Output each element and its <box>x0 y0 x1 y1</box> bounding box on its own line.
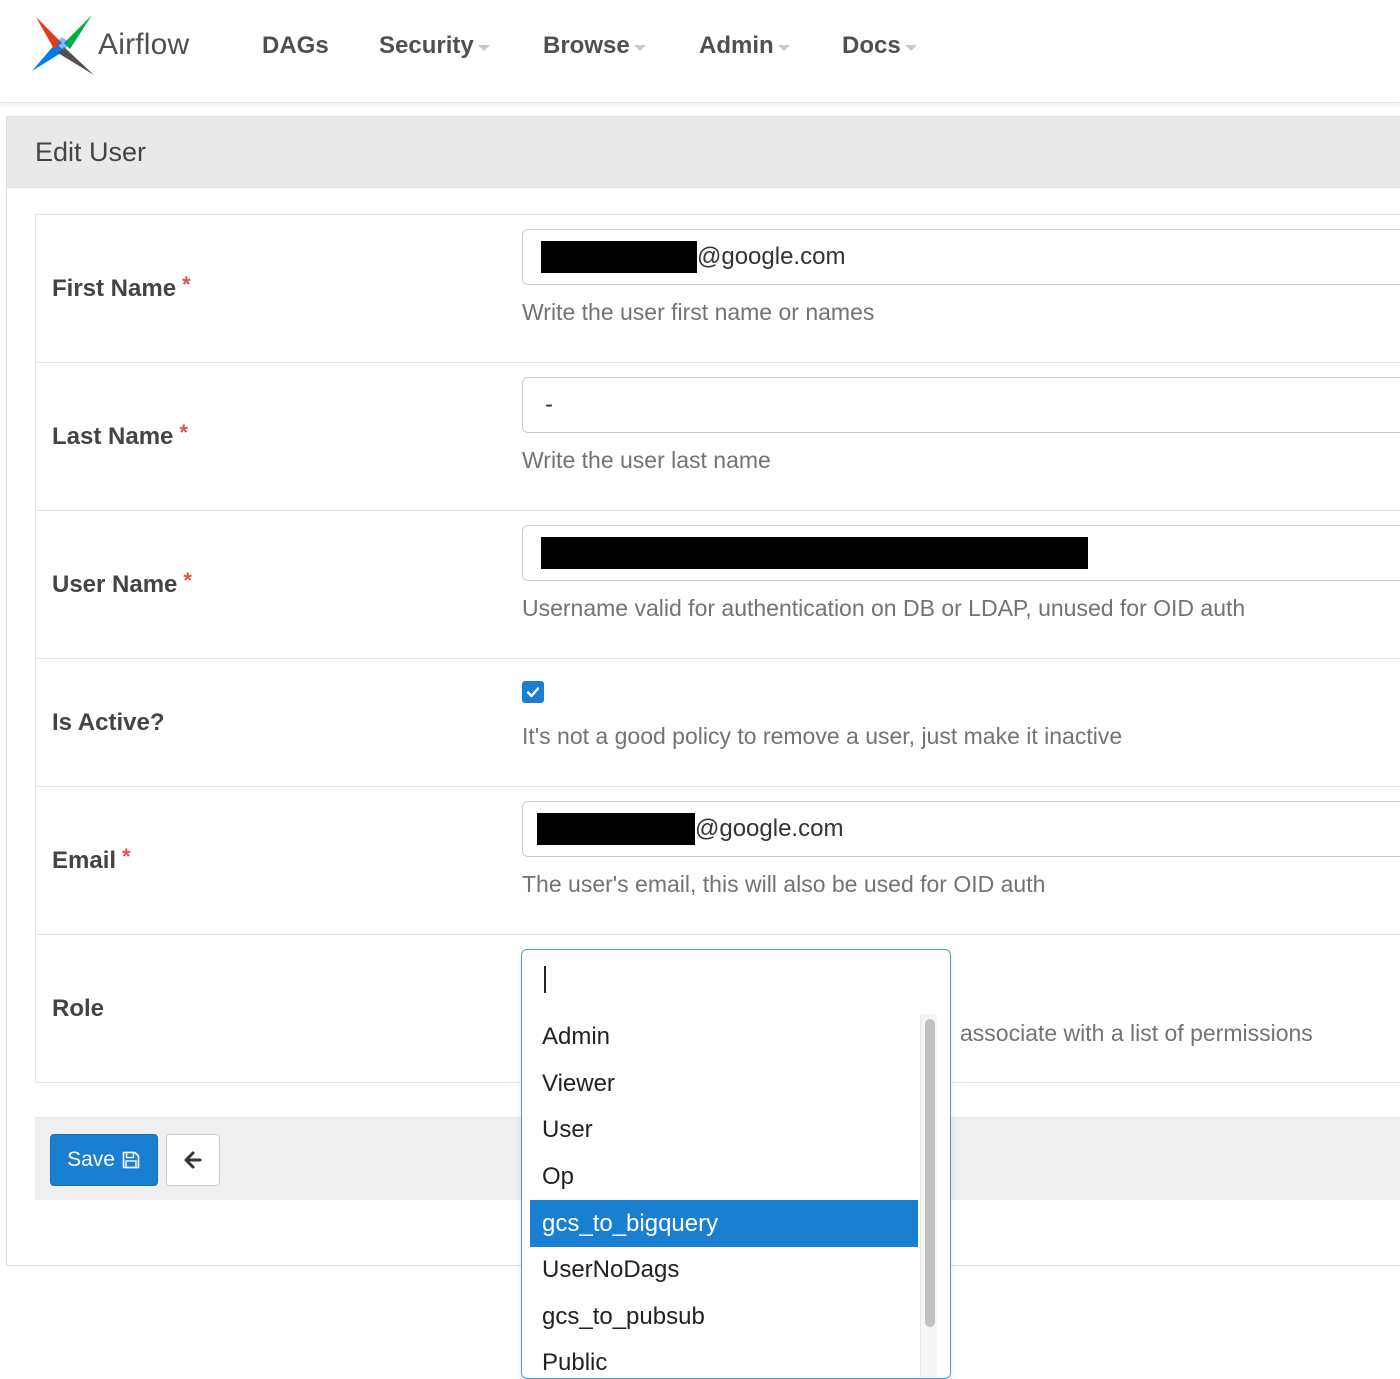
role-option[interactable]: User <box>530 1107 918 1154</box>
panel-heading: Edit User <box>7 117 1400 188</box>
chevron-down-icon <box>904 45 917 51</box>
role-option[interactable]: Viewer <box>530 1061 918 1108</box>
nav-browse-label: Browse <box>543 32 630 59</box>
role-option[interactable]: gcs_to_pubsub <box>530 1294 918 1341</box>
is-active-field-col: It's not a good policy to remove a user,… <box>522 673 1400 750</box>
email-label: Email * <box>52 787 131 934</box>
required-marker: * <box>183 567 192 593</box>
chevron-down-icon <box>633 45 646 51</box>
form-row-email: Email * @google.com The user's email, th… <box>36 787 1400 935</box>
role-label-text: Role <box>52 994 105 1022</box>
first-name-help: Write the user first name or names <box>522 299 875 325</box>
required-marker: * <box>122 843 131 869</box>
airflow-logo-icon <box>32 15 94 75</box>
is-active-label: Is Active? <box>52 659 165 786</box>
email-help: The user's email, this will also be used… <box>522 871 1046 897</box>
top-navbar: Airflow DAGs Security Browse Admin Docs <box>0 0 1400 103</box>
role-option[interactable]: Public <box>530 1340 918 1378</box>
brand-link[interactable]: Airflow <box>30 12 189 78</box>
first-name-value-suffix: @google.com <box>697 243 846 270</box>
last-name-label-text: Last Name <box>52 422 174 450</box>
nav-security[interactable]: Security <box>379 32 490 60</box>
chevron-down-icon <box>477 45 490 51</box>
email-label-text: Email <box>52 846 117 874</box>
dropdown-scrollbar-thumb[interactable] <box>925 1019 935 1327</box>
nav-dags-label: DAGs <box>262 32 329 59</box>
last-name-input[interactable]: - <box>522 377 1400 433</box>
required-marker: * <box>179 419 188 445</box>
redacted-block <box>541 241 697 273</box>
dropdown-scrollbar[interactable] <box>920 1014 937 1378</box>
required-marker: * <box>182 271 191 297</box>
floppy-disk-icon <box>122 1151 140 1169</box>
first-name-field-col: @google.com Write the user first name or… <box>522 229 1400 326</box>
nav-browse[interactable]: Browse <box>543 32 646 60</box>
redacted-block <box>537 813 695 845</box>
user-name-label: User Name * <box>52 511 192 658</box>
user-name-label-text: User Name <box>52 570 178 598</box>
form-row-user-name: User Name * Username valid for authentic… <box>36 511 1400 659</box>
redacted-block <box>541 537 1088 569</box>
last-name-help: Write the user last name <box>522 447 771 473</box>
nav-docs-label: Docs <box>842 32 901 59</box>
back-button[interactable] <box>166 1134 220 1186</box>
user-name-input[interactable] <box>522 525 1400 581</box>
role-select-dropdown[interactable]: Admin Viewer User Op gcs_to_bigquery Use… <box>521 949 951 1379</box>
last-name-label: Last Name * <box>52 363 188 510</box>
role-option[interactable]: Op <box>530 1154 918 1201</box>
user-name-help: Username valid for authentication on DB … <box>522 595 1246 621</box>
role-search-input[interactable] <box>522 950 950 1010</box>
page-title: Edit User <box>35 137 147 167</box>
email-value-suffix: @google.com <box>695 815 844 842</box>
role-option[interactable]: Admin <box>530 1014 918 1061</box>
save-button[interactable]: Save <box>50 1134 158 1186</box>
is-active-help: It's not a good policy to remove a user,… <box>522 723 1123 749</box>
role-option[interactable]: UserNoDags <box>530 1247 918 1294</box>
first-name-label-text: First Name <box>52 274 177 302</box>
check-icon <box>526 687 540 698</box>
nav-security-label: Security <box>379 32 474 59</box>
user-name-field-col: Username valid for authentication on DB … <box>522 525 1400 622</box>
nav-admin-label: Admin <box>699 32 774 59</box>
role-options-list: Admin Viewer User Op gcs_to_bigquery Use… <box>530 1014 918 1378</box>
is-active-checkbox[interactable] <box>522 681 544 703</box>
last-name-value: - <box>545 391 553 418</box>
role-option-highlighted[interactable]: gcs_to_bigquery <box>530 1200 918 1247</box>
chevron-down-icon <box>777 45 790 51</box>
nav-admin[interactable]: Admin <box>699 32 790 60</box>
arrow-left-icon <box>184 1151 202 1169</box>
form-row-last-name: Last Name * - Write the user last name <box>36 363 1400 511</box>
text-cursor <box>544 966 546 993</box>
form-row-first-name: First Name * @google.com Write the user … <box>36 215 1400 363</box>
nav-docs[interactable]: Docs <box>842 32 917 60</box>
first-name-label: First Name * <box>52 215 191 362</box>
last-name-field-col: - Write the user last name <box>522 377 1400 474</box>
form-row-is-active: Is Active? It's not a good policy to rem… <box>36 659 1400 787</box>
email-field-col: @google.com The user's email, this will … <box>522 801 1400 898</box>
first-name-input[interactable]: @google.com <box>522 229 1400 285</box>
role-help: associate with a list of permissions <box>960 1020 1313 1046</box>
role-label: Role <box>52 935 104 1082</box>
nav-dags[interactable]: DAGs <box>262 32 329 60</box>
save-button-label: Save <box>67 1148 115 1171</box>
email-input[interactable]: @google.com <box>522 801 1400 857</box>
brand-name: Airflow <box>98 28 190 61</box>
is-active-label-text: Is Active? <box>52 708 165 736</box>
